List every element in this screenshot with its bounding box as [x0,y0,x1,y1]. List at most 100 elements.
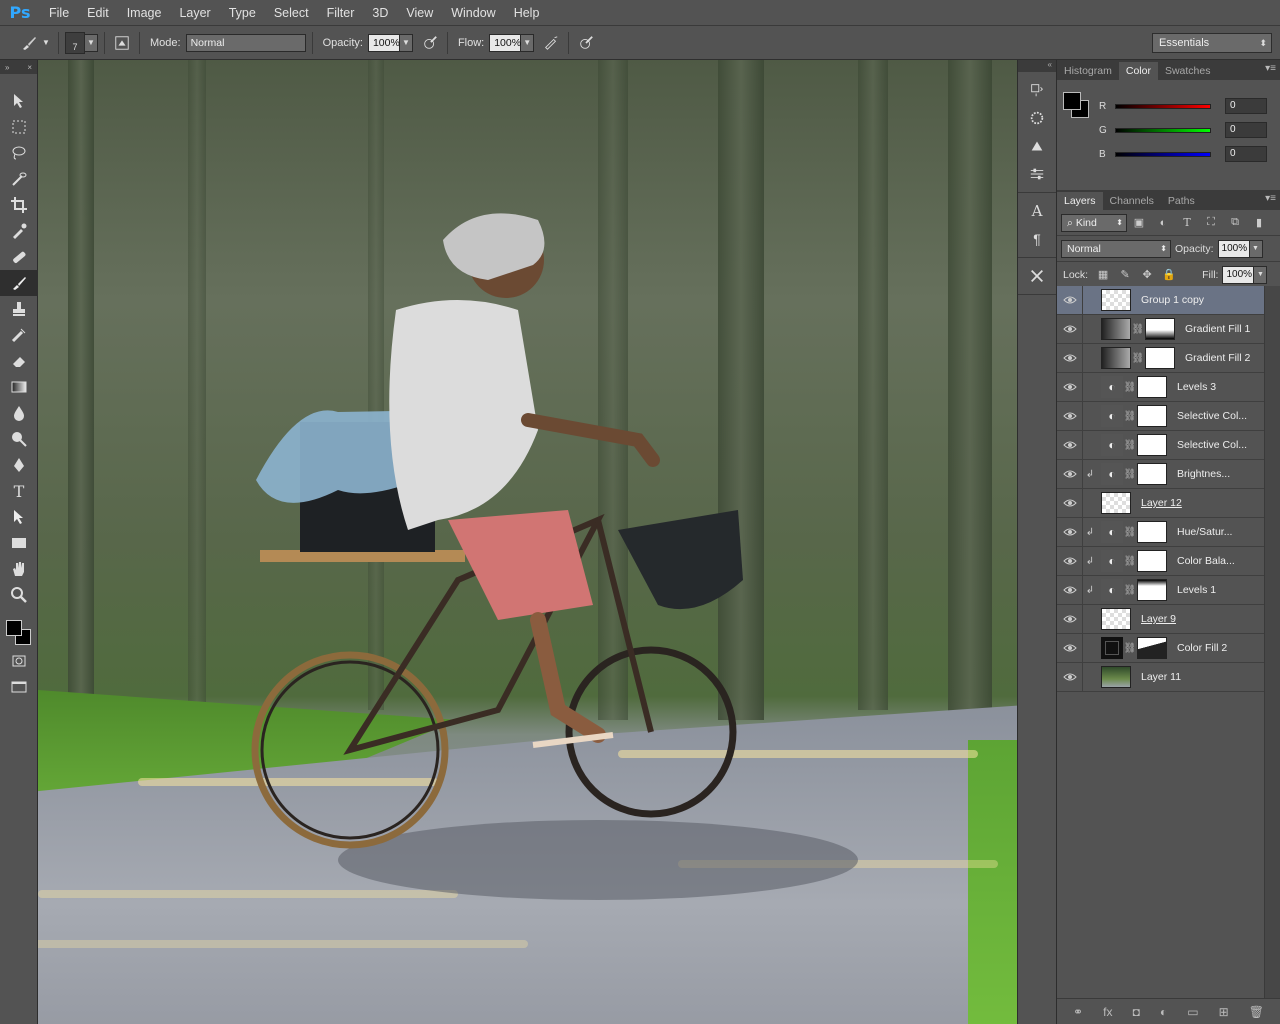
opacity-dropdown[interactable]: ▼ [398,33,413,52]
lock-transparent-icon[interactable]: ▦ [1092,268,1114,281]
eraser-tool-icon[interactable] [0,348,38,374]
adjustment-layer-icon[interactable]: ◐ [1101,405,1123,427]
zoom-tool-icon[interactable] [0,582,38,608]
layer-row[interactable]: ↲ ◐ ⛓ Hue/Satur... [1057,517,1264,547]
paragraph-panel-icon[interactable]: ¶ [1018,225,1056,253]
dodge-tool-icon[interactable] [0,426,38,452]
lock-position-icon[interactable]: ✥ [1136,268,1158,281]
layer-row[interactable]: ⛓ Color Fill 2 [1057,633,1264,663]
quick-mask-icon[interactable] [0,648,38,674]
eye-icon[interactable] [1057,633,1083,663]
eye-icon[interactable] [1057,575,1083,605]
menu-view[interactable]: View [397,0,442,26]
mode-select[interactable]: Normal [185,33,306,52]
layer-name[interactable]: Group 1 copy [1141,294,1204,306]
collapse-icon[interactable]: » [5,63,9,72]
layer-mask-thumbnail[interactable] [1137,579,1167,601]
clone-stamp-tool-icon[interactable] [0,296,38,322]
chain-link-icon[interactable]: ⛓ [1123,469,1137,480]
foreground-color-swatch[interactable] [6,620,22,636]
layer-row[interactable]: ◐ ⛓ Selective Col... [1057,401,1264,431]
add-mask-icon[interactable]: ◘ [1133,1005,1140,1019]
green-value-input[interactable]: 0 [1225,122,1267,138]
eye-icon[interactable] [1057,517,1083,547]
chain-link-icon[interactable]: ⛓ [1123,527,1137,538]
tool-presets-icon[interactable] [1018,262,1056,290]
brush-presets-icon[interactable] [1018,132,1056,160]
pen-tool-icon[interactable] [0,452,38,478]
adjustment-layer-icon[interactable]: ◐ [1101,434,1123,456]
layer-mask-thumbnail[interactable] [1137,434,1167,456]
flow-dropdown[interactable]: ▼ [520,33,535,52]
adjustments-sliders-icon[interactable] [1018,160,1056,188]
layer-row[interactable]: ↲ ◐ ⛓ Levels 1 [1057,575,1264,605]
chain-link-icon[interactable]: ⛓ [1131,324,1145,335]
character-panel-icon[interactable]: A [1018,197,1056,225]
filter-smart-object-icon[interactable]: ⧉ [1223,216,1247,229]
type-tool-icon[interactable]: T [0,478,38,504]
flow-input[interactable]: 100% [489,33,522,52]
adjustment-layer-icon[interactable]: ◐ [1101,463,1123,485]
tab-channels[interactable]: Channels [1103,192,1161,210]
menu-edit[interactable]: Edit [78,0,118,26]
eye-icon[interactable] [1057,546,1083,576]
layer-mask-thumbnail[interactable] [1145,347,1175,369]
history-brush-tool-icon[interactable] [0,322,38,348]
layer-mask-thumbnail[interactable] [1137,405,1167,427]
layer-name[interactable]: Gradient Fill 1 [1185,323,1250,335]
eye-icon[interactable] [1057,430,1083,460]
chain-link-icon[interactable]: ⛓ [1123,643,1137,654]
layer-name[interactable]: Brightnes... [1177,468,1230,480]
layer-thumbnail[interactable] [1101,666,1131,688]
history-panel-icon[interactable] [1018,76,1056,104]
layer-thumbnail[interactable] [1101,492,1131,514]
brush-panel-toggle-icon[interactable] [111,32,133,54]
layer-row[interactable]: ⛓ Gradient Fill 2 [1057,343,1264,373]
tools-panel-header[interactable]: » × [0,60,37,74]
eye-icon[interactable] [1057,488,1083,518]
layer-row[interactable]: Group 1 copy [1057,285,1264,315]
tab-layers[interactable]: Layers [1057,192,1103,210]
layer-row[interactable]: Layer 9 [1057,604,1264,634]
red-value-input[interactable]: 0 [1225,98,1267,114]
layer-name[interactable]: Levels 3 [1177,381,1216,393]
chain-link-icon[interactable]: ⛓ [1123,556,1137,567]
menu-type[interactable]: Type [220,0,265,26]
layer-name[interactable]: Gradient Fill 2 [1185,352,1250,364]
lasso-tool-icon[interactable] [0,140,38,166]
collapse-icon[interactable]: « [1018,60,1056,72]
tab-paths[interactable]: Paths [1161,192,1202,210]
layer-row[interactable]: ◐ ⛓ Selective Col... [1057,430,1264,460]
marquee-tool-icon[interactable] [0,114,38,140]
menu-filter[interactable]: Filter [318,0,364,26]
path-selection-tool-icon[interactable] [0,504,38,530]
filter-shape-icon[interactable]: ⛶ [1199,216,1223,229]
actions-panel-icon[interactable] [1018,104,1056,132]
tab-color[interactable]: Color [1118,62,1158,80]
panel-menu-icon[interactable]: ▾≡ [1265,63,1276,74]
move-tool-icon[interactable] [0,88,38,114]
layer-row[interactable]: ◐ ⛓ Levels 3 [1057,372,1264,402]
filter-toggle-icon[interactable]: ▮ [1247,216,1271,229]
crop-tool-icon[interactable] [0,192,38,218]
layer-name[interactable]: Hue/Satur... [1177,526,1232,538]
tab-swatches[interactable]: Swatches [1158,62,1218,80]
brush-tool-icon[interactable] [0,270,38,296]
tab-histogram[interactable]: Histogram [1057,62,1119,80]
close-icon[interactable]: × [27,63,32,72]
layer-thumbnail[interactable] [1101,289,1131,311]
filter-pixel-icon[interactable]: ▣ [1127,216,1151,229]
hand-tool-icon[interactable] [0,556,38,582]
layer-name[interactable]: Layer 12 [1141,497,1182,509]
eyedropper-tool-icon[interactable] [0,218,38,244]
airbrush-icon[interactable] [540,32,562,54]
layer-thumbnail[interactable] [1101,608,1131,630]
pressure-size-icon[interactable] [575,32,597,54]
filter-adjustment-icon[interactable]: ◐ [1151,217,1175,229]
chain-link-icon[interactable]: ⛓ [1131,353,1145,364]
adjustment-layer-icon[interactable]: ◐ [1101,376,1123,398]
layer-name[interactable]: Selective Col... [1177,439,1247,451]
layer-name[interactable]: Color Fill 2 [1177,642,1227,654]
pressure-opacity-icon[interactable] [419,32,441,54]
menu-window[interactable]: Window [442,0,504,26]
